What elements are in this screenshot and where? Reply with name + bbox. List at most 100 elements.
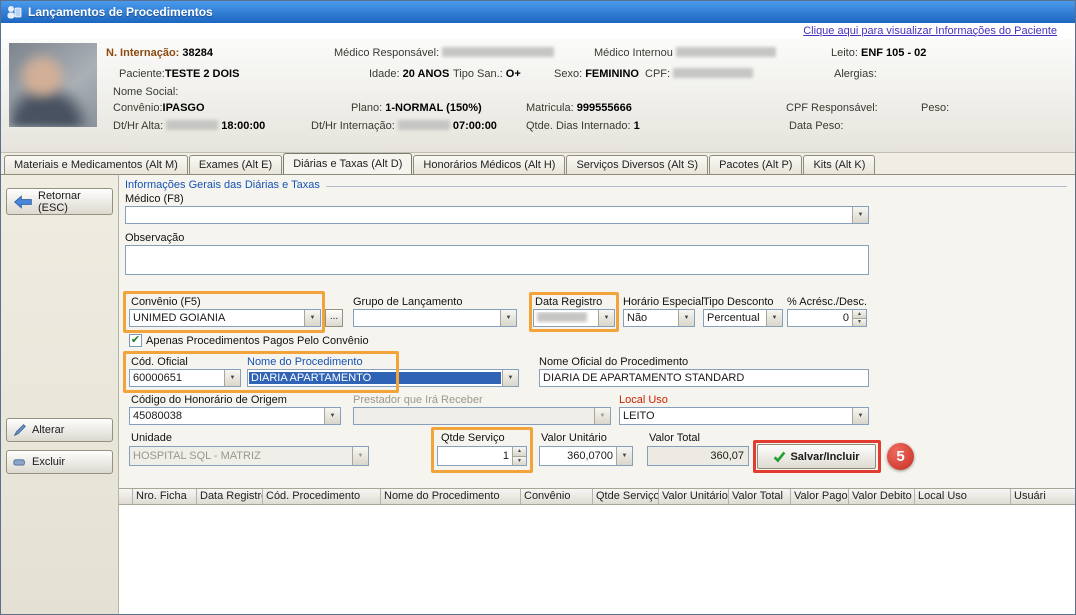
field-medico-internou: Médico Internou: [594, 47, 776, 59]
window-title: Lançamentos de Procedimentos: [28, 5, 213, 19]
excluir-button[interactable]: Excluir: [6, 450, 113, 474]
grupo-combo[interactable]: ▼: [353, 309, 517, 327]
grid-col-convenio[interactable]: Convênio: [521, 489, 593, 504]
chevron-down-icon[interactable]: ▼: [500, 310, 516, 326]
local-uso-combo[interactable]: LEITO ▼: [619, 407, 869, 425]
field-plano: Plano: 1-NORMAL (150%): [351, 102, 482, 114]
acresc-spinner[interactable]: 0 ▲▼: [787, 309, 867, 327]
nome-procedimento-combo[interactable]: DIARIA APARTAMENTO ▼: [247, 369, 519, 387]
spinner-buttons[interactable]: ▲▼: [852, 310, 866, 326]
grid-col-valor-unitario[interactable]: Valor Unitário: [659, 489, 729, 504]
redacted-value: [676, 47, 776, 57]
unidade-combo-value: HOSPITAL SQL - MATRIZ: [130, 450, 352, 462]
tab-materiais[interactable]: Materiais e Medicamentos (Alt M): [4, 155, 188, 174]
qtde-servico-value: 1: [438, 450, 512, 462]
nome-oficial-input[interactable]: DIARIA DE APARTAMENTO STANDARD: [539, 369, 869, 387]
chevron-down-icon[interactable]: ▼: [766, 310, 782, 326]
cod-honorario-combo[interactable]: 45080038 ▼: [129, 407, 341, 425]
spin-down-icon[interactable]: ▼: [853, 318, 866, 327]
cod-oficial-combo[interactable]: 60000651 ▼: [129, 369, 241, 387]
chevron-down-icon[interactable]: ▼: [502, 370, 518, 386]
medico-label: Médico (F8): [125, 193, 184, 205]
valor-unitario-combo[interactable]: 360,0700 ▼: [539, 446, 633, 466]
chevron-down-icon[interactable]: ▼: [324, 408, 340, 424]
grid-col-local-uso[interactable]: Local Uso: [915, 489, 1011, 504]
tab-honorarios[interactable]: Honorários Médicos (Alt H): [413, 155, 565, 174]
nome-oficial-value: DIARIA DE APARTAMENTO STANDARD: [543, 372, 744, 384]
tab-kits[interactable]: Kits (Alt K): [803, 155, 875, 174]
grid-col-valor-debito[interactable]: Valor Debito: [849, 489, 915, 504]
chevron-down-icon[interactable]: ▼: [598, 310, 614, 326]
spinner-buttons[interactable]: ▲▼: [512, 447, 526, 465]
spin-up-icon[interactable]: ▲: [853, 310, 866, 318]
field-peso: Peso:: [921, 102, 949, 114]
sidebar: Retornar (ESC) Alterar Excluir: [1, 175, 119, 614]
step-badge: 5: [887, 443, 914, 470]
chevron-down-icon[interactable]: ▼: [852, 207, 868, 223]
convenio-combo-value: UNIMED GOIANIA: [130, 312, 304, 324]
field-sexo: Sexo: FEMININO: [554, 68, 639, 80]
field-n-internacao: N. Internação: 38284: [106, 47, 213, 59]
nome-oficial-label: Nome Oficial do Procedimento: [539, 356, 688, 368]
grid-col-valor-pago[interactable]: Valor Pago: [791, 489, 849, 504]
tipo-desconto-combo-value: Percentual: [704, 312, 766, 324]
medico-combo[interactable]: ▼: [125, 206, 869, 224]
field-cpf-responsavel: CPF Responsável:: [786, 102, 878, 114]
tipo-desconto-combo[interactable]: Percentual ▼: [703, 309, 783, 327]
data-registro-combo-value: [534, 312, 598, 324]
grid-col-indicator: [119, 489, 133, 504]
tab-pacotes[interactable]: Pacotes (Alt P): [709, 155, 802, 174]
grid-col-nome-procedimento[interactable]: Nome do Procedimento: [381, 489, 521, 504]
valor-total-field: 360,07: [647, 446, 749, 466]
checkbox-pagos-convenio[interactable]: ✔: [129, 334, 142, 347]
cod-honorario-combo-value: 45080038: [130, 410, 324, 422]
field-medico-responsavel: Médico Responsável:: [334, 47, 554, 59]
tab-servicos[interactable]: Serviços Diversos (Alt S): [566, 155, 708, 174]
tab-exames[interactable]: Exames (Alt E): [189, 155, 282, 174]
convenio-browse-button[interactable]: ...: [325, 309, 343, 327]
local-uso-label: Local Uso: [619, 394, 668, 406]
patient-header: N. Internação: 38284 Médico Responsável:…: [1, 39, 1075, 153]
spin-up-icon[interactable]: ▲: [513, 447, 526, 456]
prestador-label: Prestador que Irá Receber: [353, 394, 483, 406]
spin-down-icon[interactable]: ▼: [513, 456, 526, 466]
tipo-desconto-label: Tipo Desconto: [703, 296, 774, 308]
retornar-button[interactable]: Retornar (ESC): [6, 188, 113, 215]
grid-col-valor-total[interactable]: Valor Total: [729, 489, 791, 504]
grid-header: Nro. Ficha Data Registro Cód. Procedimen…: [119, 488, 1075, 505]
chevron-down-icon[interactable]: ▼: [616, 447, 632, 465]
qtde-servico-spinner[interactable]: 1 ▲▼: [437, 446, 527, 466]
field-convenio: Convênio:IPASGO: [113, 102, 205, 114]
chevron-down-icon[interactable]: ▼: [224, 370, 240, 386]
grid-col-usuario[interactable]: Usuári: [1011, 489, 1075, 504]
section-divider: [326, 186, 1067, 187]
prestador-combo: ▼: [353, 407, 611, 425]
grid-col-data-registro[interactable]: Data Registro: [197, 489, 263, 504]
chevron-down-icon[interactable]: ▼: [678, 310, 694, 326]
app-window: Lançamentos de Procedimentos Clique aqui…: [0, 0, 1076, 615]
data-registro-combo[interactable]: ▼: [533, 309, 615, 327]
cod-oficial-combo-value: 60000651: [130, 372, 224, 384]
grid-col-nro-ficha[interactable]: Nro. Ficha: [133, 489, 197, 504]
grid-col-cod-procedimento[interactable]: Cód. Procedimento: [263, 489, 381, 504]
observacao-input[interactable]: [125, 245, 869, 275]
check-icon: [773, 450, 786, 463]
grid-col-qtde-servico[interactable]: Qtde Serviço: [593, 489, 659, 504]
grid-body[interactable]: [119, 505, 1075, 614]
tab-diarias-taxas[interactable]: Diárias e Taxas (Alt D): [283, 153, 412, 174]
field-tipo-sanguineo: Tipo San.: O+: [453, 68, 521, 80]
field-matricula: Matricula: 999555666: [526, 102, 632, 114]
redacted-value: [673, 68, 753, 78]
chevron-down-icon[interactable]: ▼: [852, 408, 868, 424]
alterar-button[interactable]: Alterar: [6, 418, 113, 442]
salvar-incluir-button[interactable]: Salvar/Incluir: [757, 444, 876, 469]
horario-especial-combo[interactable]: Não ▼: [623, 309, 695, 327]
patient-info-link[interactable]: Clique aqui para visualizar Informações …: [803, 25, 1057, 37]
cod-oficial-label: Cód. Oficial: [131, 356, 188, 368]
convenio-label: Convênio (F5): [131, 296, 201, 308]
redacted-value: [166, 120, 218, 130]
convenio-combo[interactable]: UNIMED GOIANIA ▼: [129, 309, 321, 327]
pencil-icon: [13, 423, 27, 437]
checkbox-pagos-convenio-label: Apenas Procedimentos Pagos Pelo Convênio: [146, 335, 369, 347]
chevron-down-icon[interactable]: ▼: [304, 310, 320, 326]
